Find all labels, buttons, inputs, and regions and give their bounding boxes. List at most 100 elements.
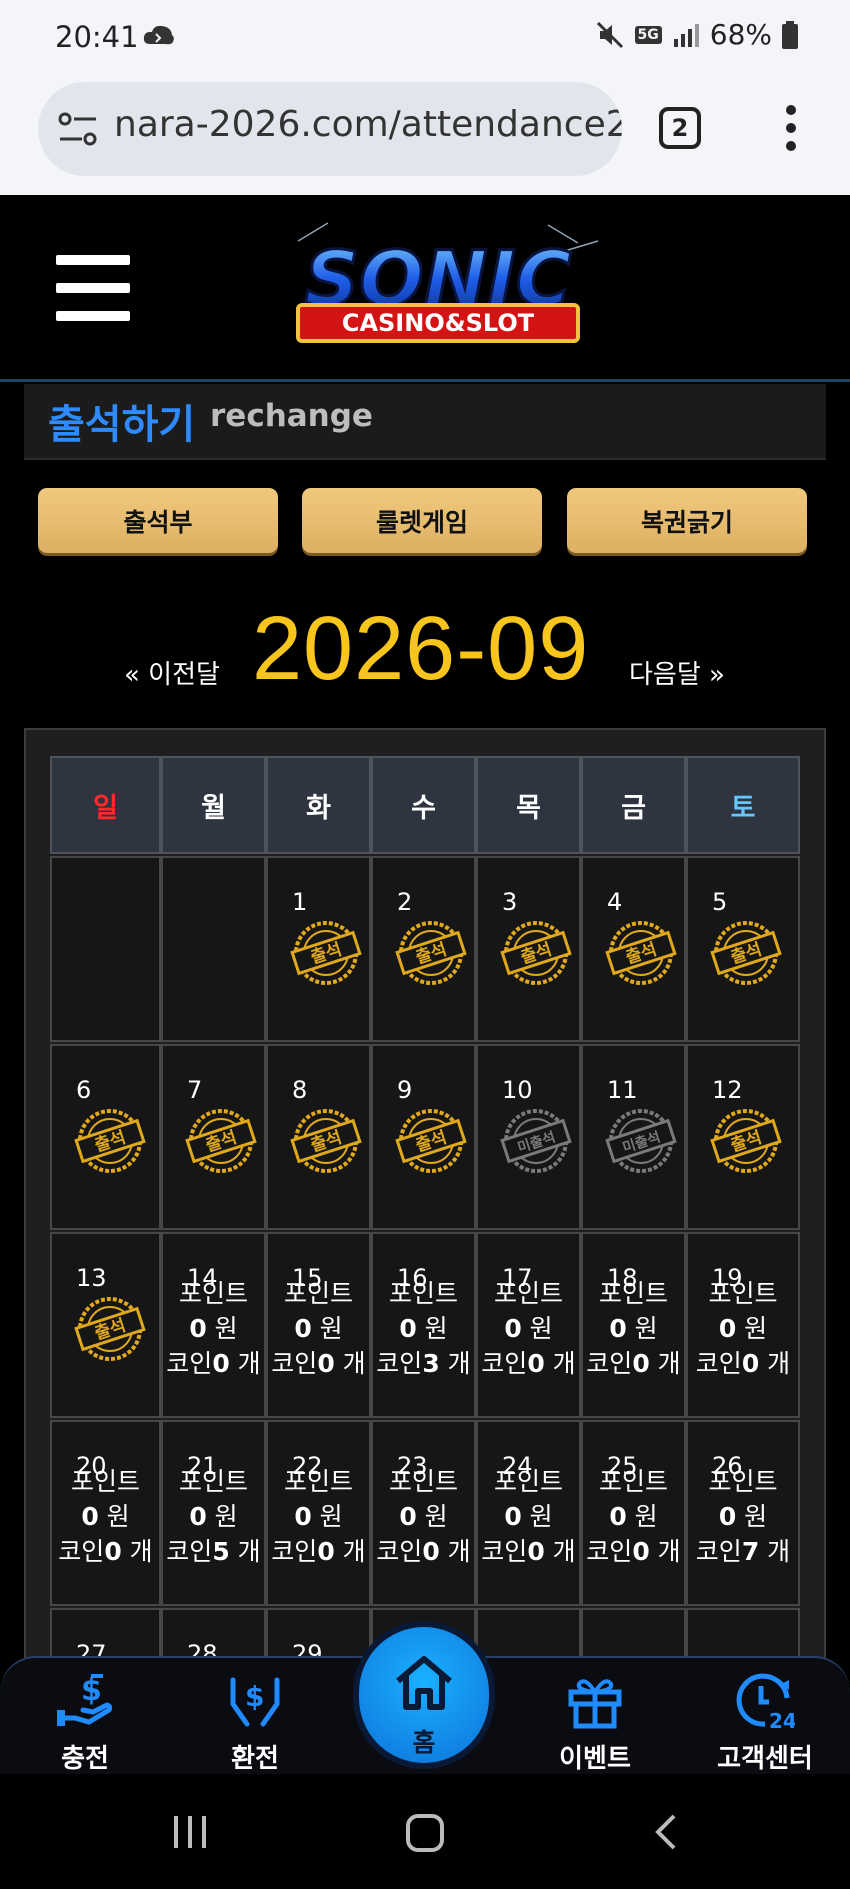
tab-switcher-button[interactable]: 2 xyxy=(659,107,701,149)
coin-unit: 개 xyxy=(237,1349,261,1378)
prev-month-link[interactable]: « 이전달 xyxy=(124,654,220,691)
nav-support[interactable]: 24 고객센터 xyxy=(690,1658,840,1776)
point-value: 0 xyxy=(81,1502,99,1531)
menu-icon[interactable] xyxy=(56,255,130,321)
weather-icon xyxy=(143,25,174,45)
calendar-day-cell[interactable]: 21 포인트 0 원 코인5 개 xyxy=(161,1420,266,1606)
point-label: 포인트 xyxy=(708,1279,778,1308)
svg-text:$: $ xyxy=(245,1680,264,1713)
calendar-day-cell[interactable]: 8 출석 xyxy=(266,1044,371,1230)
calendar-day-cell[interactable]: 1 출석 xyxy=(266,856,371,1042)
next-month-link[interactable]: 다음달 » xyxy=(629,654,725,691)
nav-exchange[interactable]: $ 환전 xyxy=(180,1658,330,1776)
calendar-day-cell[interactable]: 14 포인트 0 원 코인0 개 xyxy=(161,1232,266,1418)
recents-icon[interactable] xyxy=(170,1812,210,1852)
home-system-icon[interactable] xyxy=(404,1812,446,1854)
calendar-day-cell[interactable]: 16 포인트 0 원 코인3 개 xyxy=(371,1232,476,1418)
calendar-day-cell[interactable]: 17 포인트 0 원 코인0 개 xyxy=(476,1232,581,1418)
attended-stamp-icon: 출석 xyxy=(605,921,677,985)
point-value: 0 xyxy=(609,1314,627,1343)
attended-stamp-icon: 출석 xyxy=(290,1109,362,1173)
coin-unit: 개 xyxy=(657,1349,681,1378)
battery-level: 68% xyxy=(709,18,772,51)
more-menu-icon[interactable] xyxy=(783,104,799,152)
point-value: 0 xyxy=(718,1502,737,1531)
point-label: 포인트 xyxy=(283,1467,353,1496)
nav-home[interactable]: 홈 xyxy=(359,1627,489,1763)
attended-stamp-icon: 출석 xyxy=(710,1109,782,1173)
page-title-bar: 출석하기 rechange xyxy=(24,384,826,460)
calendar-day-cell[interactable]: 10 미출석 xyxy=(476,1044,581,1230)
calendar-day-cell[interactable]: 2 출석 xyxy=(371,856,476,1042)
svg-text:24: 24 xyxy=(769,1709,795,1730)
sonic-casino-logo[interactable]: SONIC CASINO&SLOT xyxy=(258,213,618,363)
won-unit: 원 xyxy=(424,1314,448,1343)
reward-info: 포인트 0 원 코인0 개 xyxy=(268,1464,369,1569)
coin-label: 코인 xyxy=(271,1537,318,1566)
nav-support-label: 고객센터 xyxy=(717,1744,813,1774)
attended-stamp-icon: 출석 xyxy=(74,1109,146,1173)
calendar-day-cell[interactable]: 26 포인트 0 원 코인7 개 xyxy=(686,1420,800,1606)
calendar-day-cell[interactable]: 19 포인트 0 원 코인0 개 xyxy=(686,1232,800,1418)
nav-event[interactable]: 이벤트 xyxy=(520,1658,670,1776)
calendar-day-cell[interactable]: 13 출석 xyxy=(50,1232,161,1418)
calendar-day-cell[interactable]: 11 미출석 xyxy=(581,1044,686,1230)
point-value: 0 xyxy=(609,1502,627,1531)
back-icon[interactable] xyxy=(650,1812,680,1852)
lottery-scratch-button[interactable]: 복권긁기 xyxy=(567,488,807,553)
coin-label: 코인 xyxy=(271,1349,318,1378)
coin-value: 5 xyxy=(212,1537,230,1566)
weekday-header: 토 xyxy=(686,756,800,854)
point-label: 포인트 xyxy=(388,1467,458,1496)
calendar-day-cell[interactable]: 15 포인트 0 원 코인0 개 xyxy=(266,1232,371,1418)
address-bar[interactable]: nara-2026.com/attendance2. xyxy=(38,82,622,176)
point-value: 0 xyxy=(294,1314,312,1343)
coin-label: 코인 xyxy=(58,1537,105,1566)
coin-label: 코인 xyxy=(376,1349,423,1378)
home-icon xyxy=(396,1656,452,1710)
coin-label: 코인 xyxy=(481,1349,528,1378)
calendar-day-cell[interactable]: 24 포인트 0 원 코인0 개 xyxy=(476,1420,581,1606)
reward-info: 포인트 0 원 코인0 개 xyxy=(268,1276,369,1381)
nav-charge-label: 충전 xyxy=(61,1744,109,1774)
day-number: 11 xyxy=(607,1076,638,1104)
calendar-day-cell[interactable]: 22 포인트 0 원 코인0 개 xyxy=(266,1420,371,1606)
calendar-day-cell[interactable]: 5 출석 xyxy=(686,856,800,1042)
coin-unit: 개 xyxy=(767,1349,791,1378)
calendar-day-cell[interactable]: 7 출석 xyxy=(161,1044,266,1230)
coin-value: 0 xyxy=(212,1349,230,1378)
point-label: 포인트 xyxy=(70,1467,140,1496)
calendar-day-cell[interactable]: 23 포인트 0 원 코인0 개 xyxy=(371,1420,476,1606)
nav-exchange-label: 환전 xyxy=(231,1744,279,1774)
absent-stamp-icon: 미출석 xyxy=(500,1109,572,1173)
svg-text:CASINO&SLOT: CASINO&SLOT xyxy=(342,309,535,337)
svg-text:$: $ xyxy=(81,1673,102,1708)
calendar-day-cell[interactable]: 4 출석 xyxy=(581,856,686,1042)
coin-value: 7 xyxy=(741,1537,760,1566)
day-number: 4 xyxy=(607,888,623,916)
won-unit: 원 xyxy=(319,1314,343,1343)
coin-value: 0 xyxy=(741,1349,760,1378)
site-settings-icon[interactable] xyxy=(58,111,98,147)
calendar-day-cell[interactable]: 12 출석 xyxy=(686,1044,800,1230)
url-text[interactable]: nara-2026.com/attendance2. xyxy=(114,104,622,145)
point-value: 0 xyxy=(504,1314,522,1343)
calendar-day-cell[interactable]: 6 출석 xyxy=(50,1044,161,1230)
calendar-day-cell[interactable]: 20 포인트 0 원 코인0 개 xyxy=(50,1420,161,1606)
attended-stamp-icon: 출석 xyxy=(185,1109,257,1173)
day-number: 3 xyxy=(502,888,518,916)
calendar-day-cell[interactable]: 18 포인트 0 원 코인0 개 xyxy=(581,1232,686,1418)
calendar-day-cell[interactable]: 25 포인트 0 원 코인0 개 xyxy=(581,1420,686,1606)
roulette-game-button[interactable]: 룰렛게임 xyxy=(302,488,542,553)
day-number: 5 xyxy=(712,888,728,916)
attendance-book-button[interactable]: 출석부 xyxy=(38,488,278,553)
attended-stamp-icon: 출석 xyxy=(74,1297,146,1361)
reward-info: 포인트 0 원 코인0 개 xyxy=(52,1464,159,1569)
calendar-day-cell[interactable]: 9 출석 xyxy=(371,1044,476,1230)
coin-unit: 개 xyxy=(447,1349,471,1378)
coin-unit: 개 xyxy=(447,1537,471,1566)
nav-charge[interactable]: $ 충전 xyxy=(10,1658,160,1776)
coin-label: 코인 xyxy=(695,1537,742,1566)
calendar-day-cell[interactable]: 3 출석 xyxy=(476,856,581,1042)
won-unit: 원 xyxy=(744,1314,768,1343)
